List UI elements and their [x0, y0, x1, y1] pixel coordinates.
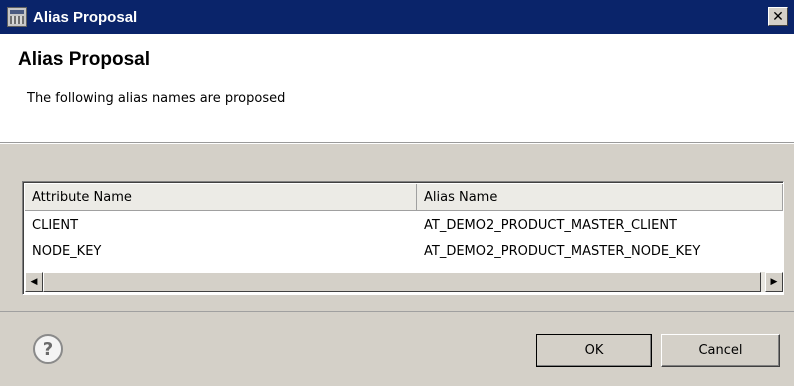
title-bar: Alias Proposal ✕ — [0, 0, 794, 34]
dialog-subtitle: The following alias names are proposed — [27, 91, 286, 106]
cancel-button[interactable]: Cancel — [661, 334, 780, 367]
header-divider — [0, 143, 794, 144]
scrollbar-thumb[interactable] — [43, 272, 761, 292]
help-icon[interactable]: ? — [33, 334, 63, 364]
ok-button[interactable]: OK — [536, 334, 652, 367]
scroll-right-button[interactable]: ▶ — [765, 272, 783, 292]
footer-divider — [0, 311, 794, 312]
alias-table: Attribute Name Alias Name CLIENT AT_DEMO… — [22, 181, 784, 295]
arrow-right-icon: ▶ — [770, 276, 778, 287]
close-button[interactable]: ✕ — [768, 7, 788, 26]
close-icon: ✕ — [772, 8, 784, 25]
table-header-row: Attribute Name Alias Name — [25, 184, 783, 211]
table-row[interactable]: CLIENT AT_DEMO2_PRODUCT_MASTER_CLIENT — [25, 212, 783, 238]
dialog-heading: Alias Proposal — [18, 49, 150, 70]
scroll-left-button[interactable]: ◀ — [25, 272, 43, 292]
column-header-alias-name[interactable]: Alias Name — [417, 184, 783, 211]
horizontal-scrollbar[interactable]: ◀ ▶ — [25, 272, 783, 292]
arrow-left-icon: ◀ — [30, 276, 38, 287]
alias-name-cell[interactable]: AT_DEMO2_PRODUCT_MASTER_NODE_KEY — [417, 244, 700, 259]
table-row[interactable]: NODE_KEY AT_DEMO2_PRODUCT_MASTER_NODE_KE… — [25, 238, 783, 264]
dialog-window-icon — [7, 7, 27, 27]
attribute-name-cell: CLIENT — [32, 217, 79, 233]
attribute-name-cell: NODE_KEY — [32, 243, 102, 259]
dialog-header: Alias Proposal The following alias names… — [0, 34, 794, 143]
alias-name-cell[interactable]: AT_DEMO2_PRODUCT_MASTER_CLIENT — [417, 218, 677, 233]
window-title: Alias Proposal — [33, 8, 138, 26]
column-header-attribute-name[interactable]: Attribute Name — [25, 184, 417, 211]
